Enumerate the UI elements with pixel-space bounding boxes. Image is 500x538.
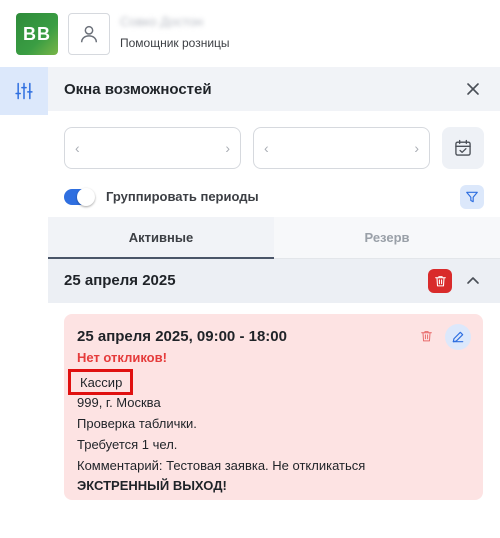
trash-icon [434,276,446,287]
calendar-check-icon [455,139,471,156]
date-to-prev-icon[interactable]: ‹ [264,140,269,156]
sliders-icon [15,82,33,100]
shift-request-card[interactable]: 25 апреля 2025, 09:00 - 18:00 Нет отклик… [64,314,483,500]
card-role: Кассир [68,369,134,395]
panel-title: Окна возможностей [64,81,212,98]
filter-icon [466,191,478,203]
top-header: BB Совко Достон Помощник розницы [0,0,500,67]
tabs: Активные Резерв [48,217,500,259]
group-periods-label: Группировать периоды [106,189,259,204]
toggle-knob [77,188,95,206]
close-icon [467,83,479,95]
left-rail [0,67,48,538]
chevron-up-icon [467,277,479,284]
date-from-field[interactable]: ‹ › [64,127,241,169]
user-name: Совко Достон [120,14,204,29]
opportunities-panel: Окна возможностей ‹ › ‹ › Группировать п… [48,67,500,538]
user-icon [80,25,98,43]
tab-reserve[interactable]: Резерв [274,217,500,259]
card-task: Проверка таблички. [77,416,197,431]
close-button[interactable] [464,80,482,98]
trash-icon [420,331,432,342]
date-group-header[interactable]: 25 апреля 2025 [48,259,500,303]
date-from-next-icon[interactable]: › [225,140,230,156]
user-role: Помощник розницы [120,36,230,50]
user-avatar[interactable] [68,13,110,55]
date-from-prev-icon[interactable]: ‹ [75,140,80,156]
card-title: 25 апреля 2025, 09:00 - 18:00 [77,328,287,345]
card-delete-button[interactable] [418,328,434,344]
tab-active[interactable]: Активные [48,217,274,259]
date-to-next-icon[interactable]: › [414,140,419,156]
group-periods-toggle[interactable] [64,188,95,206]
card-emergency: ЭКСТРЕННЫЙ ВЫХОД! [77,478,227,493]
calendar-button[interactable] [442,127,484,169]
app-root: BB Совко Достон Помощник розницы Окна во… [0,0,500,538]
date-group-title: 25 апреля 2025 [64,272,176,289]
delete-group-button[interactable] [428,269,452,293]
panel-header: Окна возможностей [48,67,500,111]
pencil-icon [452,331,464,343]
card-store: 999, г. Москва [77,395,161,410]
filter-button[interactable] [460,185,484,209]
date-to-field[interactable]: ‹ › [253,127,430,169]
card-comment: Комментарий: Тестовая заявка. Не отклика… [77,458,366,473]
collapse-group-button[interactable] [464,271,482,289]
card-required: Требуется 1 чел. [77,437,178,452]
app-logo[interactable]: BB [16,13,58,55]
card-edit-button[interactable] [445,324,471,350]
filters-rail-button[interactable] [0,67,48,115]
card-status: Нет откликов! [77,350,167,365]
